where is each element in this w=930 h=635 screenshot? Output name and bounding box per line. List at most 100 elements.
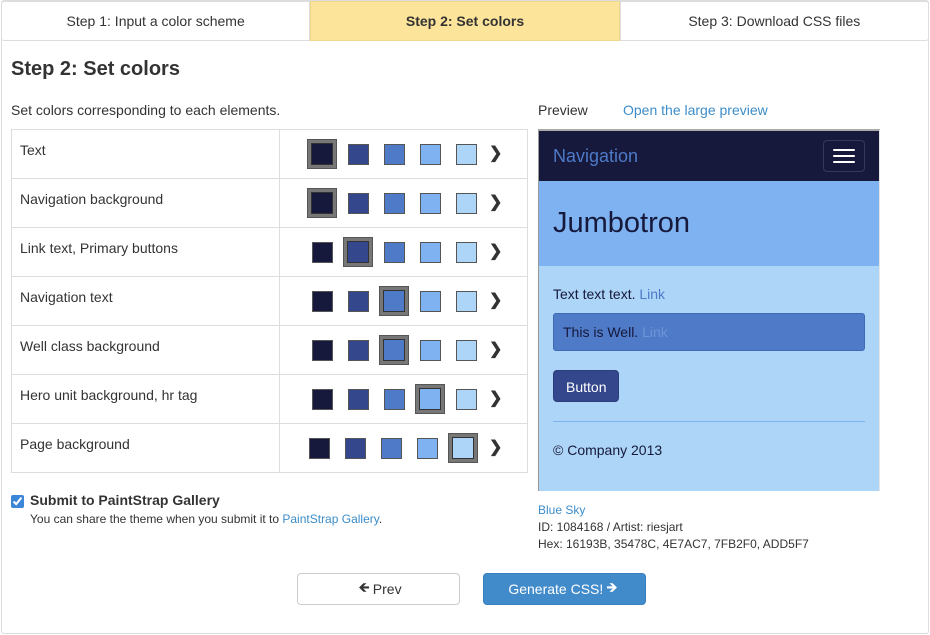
- color-swatch[interactable]: [312, 388, 333, 410]
- chevron-right-icon[interactable]: ❯: [489, 293, 502, 309]
- color-row: Text ❯: [11, 129, 528, 179]
- color-swatch[interactable]: [381, 437, 402, 459]
- color-swatch[interactable]: [384, 143, 405, 165]
- hamburger-menu-icon[interactable]: [823, 140, 865, 172]
- color-row: Link text, Primary buttons ❯: [11, 227, 528, 277]
- arrow-left-icon: 🡸: [358, 579, 370, 595]
- color-swatch[interactable]: [420, 241, 441, 263]
- generate-css-button[interactable]: Generate CSS! 🡺: [483, 573, 646, 605]
- color-assignment-table: Text ❯ Navigation background ❯ Link text, Pr…: [11, 129, 528, 473]
- tab-step-2[interactable]: Step 2: Set colors: [310, 1, 620, 41]
- preview-body-text: Text text text.: [553, 286, 636, 302]
- color-swatch[interactable]: [456, 388, 477, 410]
- well-link[interactable]: Link: [642, 324, 668, 340]
- color-row: Navigation text ❯: [11, 276, 528, 326]
- color-swatch-selected[interactable]: [308, 189, 336, 217]
- color-swatch-selected[interactable]: [416, 385, 444, 413]
- color-swatch[interactable]: [417, 437, 438, 459]
- desc-text: You can share the theme when you submit …: [30, 512, 283, 526]
- swatch-cell: ❯: [279, 325, 528, 375]
- color-row: Well class background ❯: [11, 325, 528, 375]
- swatch-group: ❯: [280, 327, 527, 374]
- color-swatch[interactable]: [456, 290, 477, 312]
- color-swatch[interactable]: [348, 290, 369, 312]
- color-swatch[interactable]: [345, 437, 366, 459]
- preview-body: Text text text. Link This is Well. Link …: [539, 266, 879, 458]
- swatch-cell: ❯: [279, 374, 528, 424]
- color-swatch[interactable]: [348, 143, 369, 165]
- jumbotron-heading: Jumbotron: [553, 207, 691, 239]
- color-swatch-selected[interactable]: [308, 140, 336, 168]
- color-swatch-selected[interactable]: [380, 336, 408, 364]
- color-row-label: Navigation text: [11, 276, 280, 326]
- tab-step-1[interactable]: Step 1: Input a color scheme: [1, 1, 311, 41]
- preview-well: This is Well. Link: [553, 313, 865, 351]
- page-title: Step 2: Set colors: [11, 58, 180, 80]
- color-swatch[interactable]: [312, 241, 333, 263]
- color-swatch[interactable]: [312, 339, 333, 361]
- preview-navbar: Navigation: [539, 131, 879, 181]
- swatch-group: ❯: [280, 425, 527, 472]
- chevron-right-icon[interactable]: ❯: [489, 440, 502, 456]
- color-row-label: Text: [11, 129, 280, 179]
- preview-footer: © Company 2013: [553, 442, 663, 458]
- submit-gallery-checkbox[interactable]: [11, 495, 24, 508]
- color-swatch[interactable]: [309, 437, 330, 459]
- chevron-right-icon[interactable]: ❯: [489, 244, 502, 260]
- color-swatch[interactable]: [384, 192, 405, 214]
- preview-nav-brand[interactable]: Navigation: [553, 146, 638, 167]
- color-swatch[interactable]: [348, 192, 369, 214]
- swatch-cell: ❯: [279, 423, 528, 473]
- submit-gallery-description: You can share the theme when you submit …: [30, 512, 382, 526]
- swatch-group: ❯: [280, 278, 527, 325]
- theme-hex-values: Hex: 16193B, 35478C, 4E7AC7, 7FB2F0, ADD…: [538, 537, 809, 551]
- color-swatch[interactable]: [456, 241, 477, 263]
- color-row-label: Navigation background: [11, 178, 280, 228]
- intro-text: Set colors corresponding to each element…: [11, 102, 281, 118]
- preview-button[interactable]: Button: [553, 370, 620, 402]
- color-swatch[interactable]: [456, 192, 477, 214]
- color-row: Navigation background ❯: [11, 178, 528, 228]
- swatch-group: ❯: [280, 229, 527, 276]
- color-row-label: Page background: [11, 423, 280, 473]
- color-swatch[interactable]: [456, 339, 477, 361]
- generate-label: Generate CSS!: [508, 581, 604, 597]
- prev-label: Prev: [372, 581, 402, 597]
- preview-jumbotron: Jumbotron: [539, 181, 879, 266]
- chevron-right-icon[interactable]: ❯: [489, 146, 502, 162]
- color-swatch[interactable]: [384, 388, 405, 410]
- theme-id-artist: ID: 1084168 / Artist: riesjart: [538, 520, 683, 534]
- color-row-label: Well class background: [11, 325, 280, 375]
- color-swatch[interactable]: [420, 192, 441, 214]
- preview-label: Preview: [538, 102, 588, 118]
- color-swatch-selected[interactable]: [380, 287, 408, 315]
- color-swatch[interactable]: [348, 388, 369, 410]
- color-swatch[interactable]: [312, 290, 333, 312]
- chevron-right-icon[interactable]: ❯: [489, 195, 502, 211]
- swatch-group: ❯: [280, 376, 527, 423]
- paintstrap-gallery-link[interactable]: PaintStrap Gallery: [282, 512, 379, 526]
- theme-name-link[interactable]: Blue Sky: [538, 503, 585, 517]
- color-row-label: Link text, Primary buttons: [11, 227, 280, 277]
- color-row-label: Hero unit background, hr tag: [11, 374, 280, 424]
- color-swatch[interactable]: [456, 143, 477, 165]
- prev-button[interactable]: 🡸 Prev: [297, 573, 460, 605]
- color-swatch[interactable]: [384, 241, 405, 263]
- desc-suffix: .: [378, 512, 383, 526]
- chevron-right-icon[interactable]: ❯: [489, 342, 502, 358]
- step-tabs: Step 1: Input a color scheme Step 2: Set…: [1, 1, 929, 41]
- color-swatch-selected[interactable]: [344, 238, 372, 266]
- color-swatch[interactable]: [420, 290, 441, 312]
- tab-step-3[interactable]: Step 3: Download CSS files: [619, 1, 929, 41]
- color-swatch[interactable]: [348, 339, 369, 361]
- color-swatch[interactable]: [420, 143, 441, 165]
- open-large-preview-link[interactable]: Open the large preview: [623, 102, 768, 118]
- arrow-right-icon: 🡺: [606, 579, 618, 595]
- color-row: Page background ❯: [11, 423, 528, 473]
- color-swatch-selected[interactable]: [449, 434, 477, 462]
- chevron-right-icon[interactable]: ❯: [489, 391, 502, 407]
- preview-link[interactable]: Link: [639, 286, 665, 302]
- color-swatch[interactable]: [420, 339, 441, 361]
- submit-gallery-label[interactable]: Submit to PaintStrap Gallery: [30, 492, 220, 508]
- swatch-cell: ❯: [279, 227, 528, 277]
